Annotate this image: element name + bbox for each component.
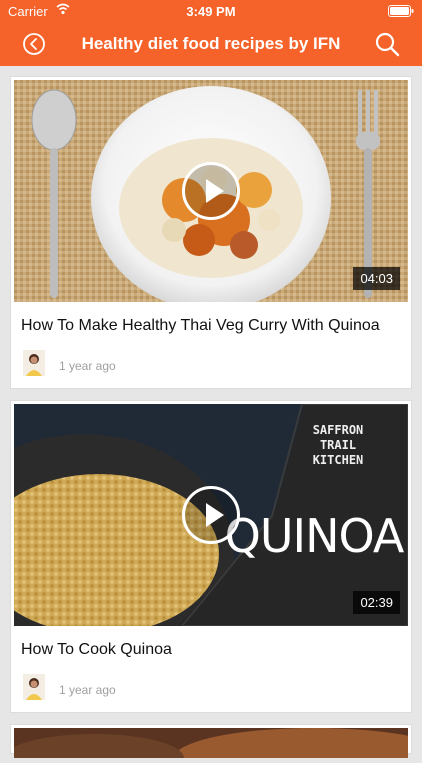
thumb-brand: SAFFRON (313, 423, 364, 437)
nav-bar: Healthy diet food recipes by IFN (0, 22, 422, 66)
upload-age: 1 year ago (59, 683, 116, 697)
video-card[interactable]: SAFFRON TRAIL KITCHEN QUINOA 02:39 How T… (10, 400, 412, 713)
video-thumbnail[interactable]: 04:03 (14, 80, 408, 302)
upload-age: 1 year ago (59, 359, 116, 373)
video-card[interactable]: 04:03 How To Make Healthy Thai Veg Curry… (10, 76, 412, 389)
avatar (23, 674, 45, 700)
play-icon[interactable] (182, 486, 240, 544)
page-title: Healthy diet food recipes by IFN (81, 34, 341, 53)
video-thumbnail[interactable]: SAFFRON TRAIL KITCHEN QUINOA 02:39 (14, 404, 408, 626)
play-icon[interactable] (182, 162, 240, 220)
video-title[interactable]: How To Cook Quinoa (21, 641, 403, 659)
back-icon[interactable] (22, 32, 46, 56)
search-icon[interactable] (374, 31, 400, 57)
video-duration: 04:03 (353, 267, 400, 290)
avatar (23, 350, 45, 376)
thumb-brand: KITCHEN (313, 453, 364, 467)
thumb-brand: TRAIL (320, 438, 356, 452)
video-duration: 02:39 (353, 591, 400, 614)
battery-icon (388, 5, 414, 17)
video-thumbnail[interactable] (4, 728, 422, 763)
status-time: 3:49 PM (186, 4, 236, 19)
status-bar: Carrier 3:49 PM (0, 0, 422, 22)
video-title[interactable]: How To Make Healthy Thai Veg Curry With … (21, 317, 403, 335)
thumb-word: QUINOA (225, 509, 405, 563)
